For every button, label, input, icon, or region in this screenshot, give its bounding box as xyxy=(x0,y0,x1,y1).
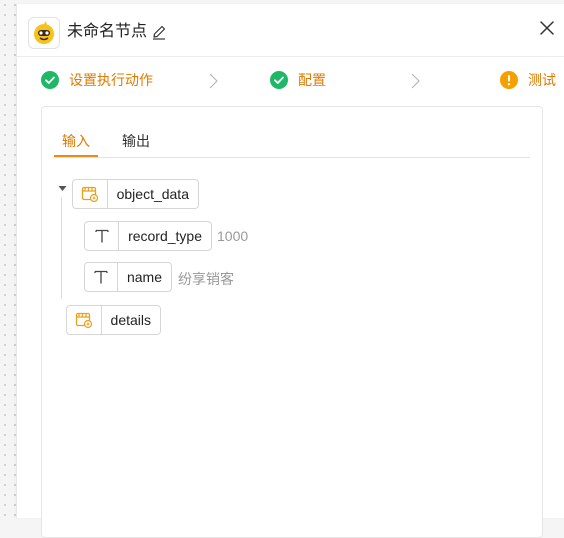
field-label: record_type xyxy=(128,228,202,244)
chevron-right-icon xyxy=(209,73,218,89)
io-tabs: 输入 输出 xyxy=(54,107,530,158)
tree-guide-line xyxy=(61,197,62,299)
object-field-icon xyxy=(67,306,102,334)
step-label: 测试 xyxy=(528,72,556,88)
object-field-icon xyxy=(73,180,108,208)
app-logo-icon xyxy=(28,17,60,49)
step-config[interactable]: 配置 xyxy=(270,70,326,90)
field-label: details xyxy=(110,312,151,328)
step-progress: 设置执行动作 配置 测试 xyxy=(17,56,564,106)
text-type-icon xyxy=(85,222,120,250)
close-icon[interactable] xyxy=(539,20,555,36)
panel-header: 未命名节点 xyxy=(17,4,564,57)
text-type-icon xyxy=(85,263,118,291)
field-details[interactable]: details xyxy=(66,305,161,335)
field-record-type[interactable]: record_type xyxy=(84,221,212,251)
tab-active-indicator xyxy=(54,155,98,157)
tab-input[interactable]: 输入 xyxy=(62,131,90,151)
field-name[interactable]: name xyxy=(84,262,172,292)
field-value: 纷享销客 xyxy=(178,271,234,287)
warning-circle-icon xyxy=(500,71,518,89)
step-label: 设置执行动作 xyxy=(69,72,153,88)
field-label: name xyxy=(126,269,162,285)
step-test[interactable]: 测试 xyxy=(500,70,556,90)
step-label: 配置 xyxy=(298,72,326,88)
field-value: 1000 xyxy=(217,228,249,244)
caret-down-icon[interactable] xyxy=(58,185,67,192)
field-object-data[interactable]: object_data xyxy=(72,179,199,209)
check-circle-icon xyxy=(41,71,59,89)
check-circle-icon xyxy=(270,71,288,89)
tab-output[interactable]: 输出 xyxy=(122,131,150,151)
field-label: object_data xyxy=(116,186,189,202)
page-title: 未命名节点 xyxy=(67,23,148,40)
chevron-right-icon xyxy=(411,73,420,89)
step-set-action[interactable]: 设置执行动作 xyxy=(41,70,153,90)
node-config-panel: 未命名节点 设置执行动作 配置 测试 输入 输出 object_data rec… xyxy=(16,4,564,538)
edit-title-icon[interactable] xyxy=(151,24,167,45)
io-card: 输入 输出 object_data record_type 1000 name … xyxy=(41,106,543,538)
